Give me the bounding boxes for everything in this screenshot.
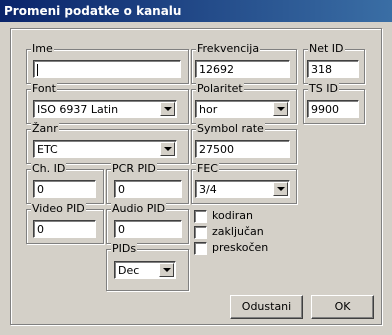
ok-button[interactable]: OK <box>311 295 374 319</box>
window-title: Promeni podatke o kanalu <box>4 4 182 18</box>
polaritet-select[interactable]: hor <box>195 100 290 118</box>
fec-value: 3/4 <box>199 183 217 196</box>
chevron-down-icon[interactable] <box>273 182 288 196</box>
ime-input[interactable] <box>33 60 181 78</box>
audio-pid-label: Audio PID <box>111 202 167 216</box>
text-caret <box>37 64 38 76</box>
preskocen-label: preskočen <box>212 241 269 254</box>
zanr-value: ETC <box>37 143 58 156</box>
zakljucan-label: zaključan <box>212 225 264 238</box>
ts-id-input[interactable]: 9900 <box>307 100 359 118</box>
polaritet-label: Polaritet <box>196 82 244 96</box>
font-select[interactable]: ISO 6937 Latin <box>33 100 177 118</box>
fec-select[interactable]: 3/4 <box>195 180 290 198</box>
chevron-down-icon[interactable] <box>273 102 288 116</box>
net-id-label: Net ID <box>308 42 345 56</box>
video-pid-input[interactable]: 0 <box>33 220 96 238</box>
polaritet-value: hor <box>199 103 218 116</box>
net-id-input[interactable]: 318 <box>307 60 359 78</box>
pids-value: Dec <box>118 264 140 277</box>
pcr-pid-label: PCR PID <box>111 162 157 176</box>
audio-pid-input[interactable]: 0 <box>114 220 182 238</box>
symbol-rate-input[interactable]: 27500 <box>195 140 290 158</box>
ch-id-input[interactable]: 0 <box>33 180 96 198</box>
fec-label: FEC <box>196 162 219 176</box>
chevron-down-icon[interactable] <box>159 263 174 277</box>
checkbox-box[interactable] <box>194 242 207 255</box>
title-bar: Promeni podatke o kanalu <box>0 0 392 22</box>
zanr-label: Žanr <box>31 122 59 136</box>
cancel-button[interactable]: Odustani <box>230 295 303 319</box>
pcr-pid-input[interactable]: 0 <box>114 180 182 198</box>
ts-id-label: TS ID <box>308 82 339 96</box>
frekvencija-input[interactable]: 12692 <box>195 60 290 78</box>
kodiran-label: kodiran <box>212 209 253 222</box>
symbol-rate-label: Symbol rate <box>196 122 265 136</box>
pids-label: PIDs <box>111 242 138 256</box>
frekvencija-label: Frekvencija <box>196 42 261 56</box>
checkbox-box[interactable] <box>194 210 207 223</box>
pids-select[interactable]: Dec <box>114 261 176 279</box>
zanr-select[interactable]: ETC <box>33 140 177 158</box>
video-pid-label: Video PID <box>31 202 86 216</box>
ime-label: Ime <box>31 42 54 56</box>
ch-id-label: Ch. ID <box>31 162 67 176</box>
font-value: ISO 6937 Latin <box>37 103 119 116</box>
checkbox-box[interactable] <box>194 226 207 239</box>
chevron-down-icon[interactable] <box>160 102 175 116</box>
font-label: Font <box>31 82 57 96</box>
chevron-down-icon[interactable] <box>160 142 175 156</box>
